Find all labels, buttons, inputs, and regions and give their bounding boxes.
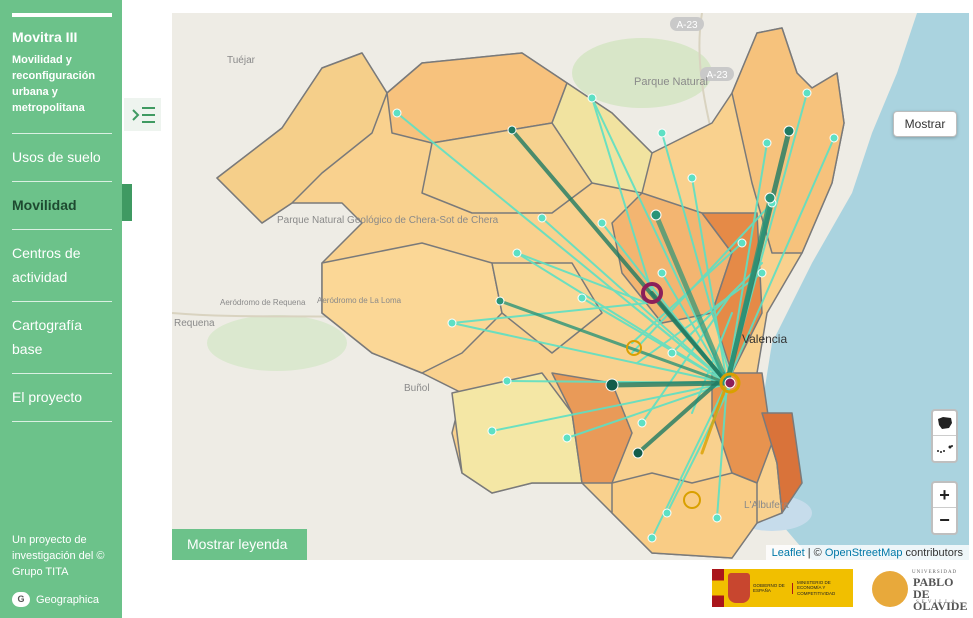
- menu-toggle-button[interactable]: [124, 98, 161, 131]
- place-label: Parque Natural Geológico de Chera-Sot de…: [277, 215, 499, 226]
- map-attribution: Leaflet | © OpenStreetMap contributors: [765, 545, 969, 560]
- place-label: L'Albufera: [744, 500, 789, 511]
- road-label-a23: A-23: [676, 20, 698, 31]
- park-area: [207, 315, 347, 371]
- place-label: Tuéjar: [227, 55, 256, 66]
- sidebar-top-rule: [12, 13, 112, 17]
- region-view-control: [931, 409, 958, 463]
- credits-text: Un proyecto de investigación del © Grupo…: [12, 534, 105, 578]
- app-subtitle: Movilidad y reconfiguración urbana y met…: [12, 54, 96, 114]
- place-label: Aeródromo de La Loma: [317, 296, 402, 305]
- sidebar-item-cartografia-base[interactable]: Cartografía base: [12, 301, 112, 373]
- show-button[interactable]: Mostrar: [893, 111, 957, 137]
- spain-map-icon: [937, 417, 952, 429]
- map-canvas: A-23 A-23 Tuéjar Parque Natural Parque N…: [172, 13, 969, 560]
- map-view[interactable]: A-23 A-23 Tuéjar Parque Natural Parque N…: [172, 13, 969, 560]
- place-label: Aeródromo de Requena: [220, 298, 306, 307]
- upo-logo: UNIVERSIDAD PABLO DE OLAVIDE SEVILLA: [872, 570, 970, 612]
- upo-name-line-1: PABLO DE: [913, 575, 954, 601]
- sidebar-item-centros-de-actividad[interactable]: Centros de actividad: [12, 229, 112, 301]
- geographica-label: Geographica: [36, 593, 99, 606]
- active-item-marker: [122, 184, 132, 221]
- place-label: Valencia: [742, 332, 787, 346]
- gobierno-label: GOBIERNO DE ESPAÑA: [753, 582, 793, 594]
- eu-flag-strip: [712, 569, 724, 607]
- app: Movitra III Movilidad y reconfiguración …: [0, 0, 973, 618]
- gobierno-espana-logo: GOBIERNO DE ESPAÑA MINISTERIO DE ECONOMÍ…: [712, 569, 853, 607]
- menu-indent-icon: [131, 106, 155, 123]
- upo-seal-icon: [872, 571, 908, 607]
- zoom-out-button[interactable]: −: [933, 508, 956, 533]
- attribution-separator: | ©: [804, 547, 825, 559]
- coat-of-arms-icon: [728, 573, 750, 603]
- upo-city-label: SEVILLA: [916, 600, 958, 605]
- sidebar-item-movilidad[interactable]: Movilidad: [12, 181, 112, 229]
- place-label: Requena: [174, 318, 215, 329]
- upo-name-label: PABLO DE OLAVIDE: [913, 576, 970, 612]
- zoom-in-button[interactable]: +: [933, 483, 956, 508]
- leaflet-link[interactable]: Leaflet: [772, 547, 805, 559]
- sidebar-item-usos-de-suelo[interactable]: Usos de suelo: [12, 133, 112, 181]
- gobierno-logo-body: GOBIERNO DE ESPAÑA MINISTERIO DE ECONOMÍ…: [724, 569, 853, 607]
- geographica-link[interactable]: G Geographica: [12, 592, 99, 607]
- ministerio-label: MINISTERIO DE ECONOMÍA Y COMPETITIVIDAD: [797, 579, 836, 596]
- spain-view-button[interactable]: [933, 411, 956, 436]
- sidebar-menu: Usos de suelo Movilidad Centros de activ…: [12, 133, 112, 422]
- islands-view-button[interactable]: [933, 436, 956, 461]
- zoom-control: + −: [931, 481, 958, 535]
- show-legend-button[interactable]: Mostrar leyenda: [172, 529, 307, 560]
- islands-map-icon: [936, 444, 953, 453]
- sidebar: Movitra III Movilidad y reconfiguración …: [0, 0, 122, 618]
- osm-link[interactable]: OpenStreetMap: [825, 547, 903, 559]
- sidebar-item-el-proyecto[interactable]: El proyecto: [12, 373, 112, 422]
- app-title: Movitra III: [12, 29, 78, 45]
- place-label: Buñol: [404, 383, 430, 394]
- place-label: Parque Natural: [634, 76, 708, 88]
- attribution-suffix: contributors: [902, 547, 963, 559]
- geographica-logo-icon: G: [12, 592, 30, 607]
- road-label-a23: A-23: [706, 70, 728, 81]
